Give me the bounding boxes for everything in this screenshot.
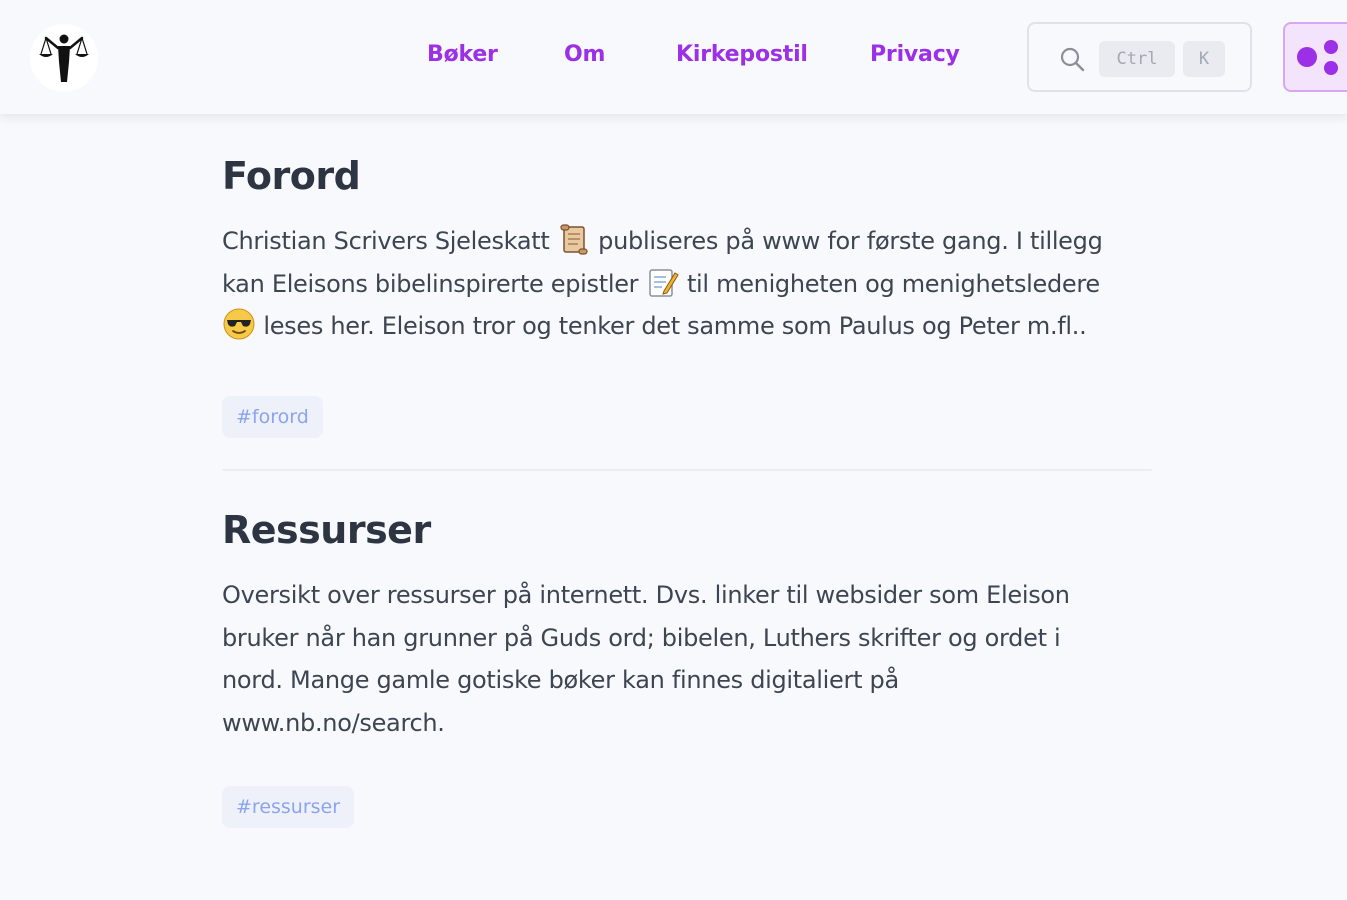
- tag-ressurser[interactable]: #ressurser: [222, 786, 355, 828]
- memo-emoji-icon: [648, 268, 679, 297]
- post-divider: [222, 469, 1152, 471]
- search-button[interactable]: Ctrl K: [1027, 22, 1252, 92]
- summary-text-1: Christian Scrivers Sjeleskatt: [222, 227, 550, 255]
- summary-text-4: leses her. Eleison tror og tenker det sa…: [263, 312, 1087, 340]
- site-header: Bøker Om Kirkepostil Privacy Ctrl K: [0, 0, 1347, 114]
- sunglasses-emoji-icon: [223, 308, 255, 340]
- search-icon: [1060, 47, 1085, 72]
- post-summary: Christian Scrivers Sjeleskatt publiseres…: [222, 220, 1152, 348]
- summary-text-3: til menigheten og menighetsledere: [686, 269, 1100, 298]
- nav-link-boker[interactable]: Bøker: [427, 42, 498, 67]
- kbd-ctrl: Ctrl: [1099, 41, 1175, 77]
- nav-link-kirkepostil[interactable]: Kirkepostil: [676, 42, 808, 67]
- nav-link-privacy[interactable]: Privacy: [870, 42, 960, 67]
- scroll-emoji-icon: [560, 224, 588, 255]
- kbd-k: K: [1183, 41, 1225, 77]
- post-ressurser: Ressurser Oversikt over ressurser på int…: [222, 506, 1152, 828]
- post-summary: Oversikt over ressurser på internett. Dv…: [222, 581, 1070, 737]
- main-nav: Bøker Om Kirkepostil Privacy: [0, 0, 1000, 114]
- post-forord: Forord Christian Scrivers Sjeleskatt pub…: [222, 152, 1152, 438]
- tag-forord[interactable]: #forord: [222, 395, 323, 438]
- nav-link-om[interactable]: Om: [564, 42, 605, 67]
- palette-dots-icon: [1297, 40, 1338, 75]
- post-title[interactable]: Ressurser: [222, 506, 1152, 554]
- post-title[interactable]: Forord: [222, 152, 1152, 200]
- theme-color-button[interactable]: [1283, 22, 1347, 92]
